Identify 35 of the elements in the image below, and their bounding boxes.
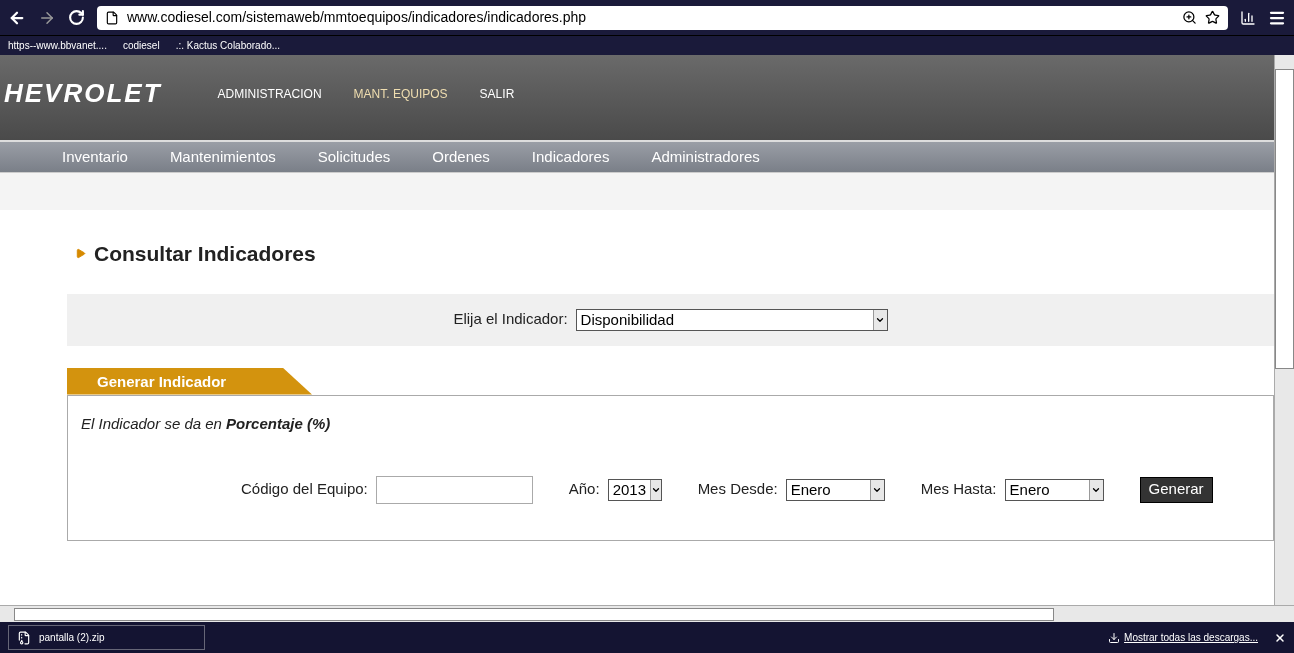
star-icon[interactable]: [1205, 10, 1220, 25]
bookmark[interactable]: .:. Kactus Colaborado...: [175, 38, 281, 53]
signal-icon: [1240, 9, 1256, 26]
field-label: Año:: [568, 479, 600, 500]
vertical-scrollbar[interactable]: [1274, 55, 1294, 605]
page-icon: [105, 10, 119, 25]
field-label: Código del Equipo:: [241, 479, 368, 500]
dropdown[interactable]: 2013: [607, 478, 662, 501]
archive-icon: [17, 630, 31, 645]
download-icon: [1108, 631, 1121, 644]
input-field[interactable]: [375, 475, 533, 504]
zoom-icon[interactable]: [1182, 10, 1197, 25]
header-link[interactable]: ADMINISTRACION: [217, 84, 322, 103]
field-label: Mes Hasta:: [920, 479, 997, 500]
bookmark[interactable]: codiesel: [122, 38, 160, 53]
show-downloads-link[interactable]: Mostrar todas las descargas...: [1124, 630, 1258, 645]
indicator-select[interactable]: Disponibilidad: [575, 308, 888, 331]
horizontal-scrollbar[interactable]: [0, 605, 1294, 622]
note-text: El Indicador se da en Porcentaje (%): [81, 414, 331, 432]
bookmark[interactable]: https--www.bbvanet....: [8, 38, 107, 53]
dropdown[interactable]: Enero: [1004, 478, 1104, 501]
header-link[interactable]: MANT. EQUIPOS: [353, 84, 448, 103]
download-item[interactable]: pantalla (2).zip: [8, 625, 205, 650]
logo: HEVROLET: [4, 77, 162, 110]
reload-icon[interactable]: [68, 9, 85, 26]
close-icon[interactable]: [1274, 631, 1286, 644]
dropdown[interactable]: Enero: [785, 478, 885, 501]
field-label: Mes Desde:: [697, 479, 778, 500]
page-title: Consultar Indicadores: [94, 241, 316, 267]
bullet-icon: [75, 248, 86, 260]
header-link[interactable]: SALIR: [479, 84, 515, 103]
generate-button[interactable]: Generar: [1139, 476, 1213, 503]
url-text: www.codiesel.com/sistemaweb/mmtoequipos/indicadores/indicadores.php: [127, 8, 588, 27]
indicator-label: Elija el Indicador:: [453, 309, 568, 330]
file-name: pantalla (2).zip: [39, 631, 106, 645]
